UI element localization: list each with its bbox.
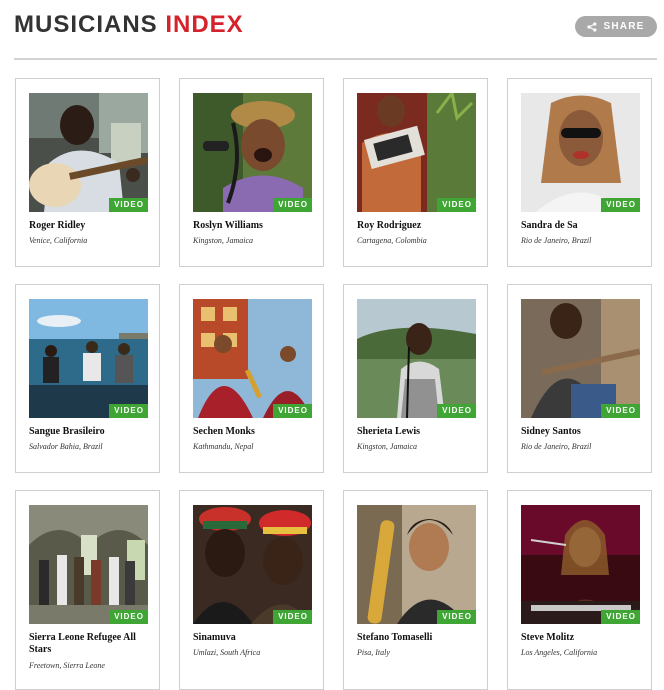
musician-name[interactable]: Steve Molitz [521, 632, 643, 644]
musician-name[interactable]: Sherieta Lewis [357, 426, 479, 438]
video-badge: VIDEO [273, 404, 312, 418]
share-button[interactable]: SHARE [575, 16, 657, 37]
musician-location: Salvador Bahia, Brazil [29, 442, 103, 451]
video-badge: VIDEO [437, 404, 476, 418]
musician-card[interactable]: VIDEO Stefano Tomaselli Pisa, Italy [343, 490, 488, 690]
musician-card[interactable]: VIDEO Steve Molitz Los Angeles, Californ… [507, 490, 652, 690]
musician-name[interactable]: Sangue Brasileiro [29, 426, 151, 438]
video-badge: VIDEO [109, 198, 148, 212]
musician-location: Umlazi, South Africa [193, 648, 261, 657]
musician-name[interactable]: Roger Ridley [29, 220, 151, 232]
video-badge: VIDEO [273, 610, 312, 624]
musician-name[interactable]: Sinamuva [193, 632, 315, 644]
video-badge: VIDEO [437, 610, 476, 624]
musician-location: Rio de Janeiro, Brazil [521, 442, 592, 451]
musician-photo[interactable]: VIDEO [357, 505, 476, 624]
musician-card[interactable]: VIDEO Roy Rodriguez Cartagena, Colombia [343, 78, 488, 267]
video-badge: VIDEO [437, 198, 476, 212]
musician-card[interactable]: VIDEO Sinamuva Umlazi, South Africa [179, 490, 324, 690]
share-icon [587, 21, 597, 32]
musician-photo[interactable]: VIDEO [29, 299, 148, 418]
video-badge: VIDEO [601, 198, 640, 212]
musician-photo[interactable]: VIDEO [357, 299, 476, 418]
musician-photo[interactable]: VIDEO [193, 299, 312, 418]
musician-name[interactable]: Sidney Santos [521, 426, 643, 438]
musician-card[interactable]: VIDEO Roslyn Williams Kingston, Jamaica [179, 78, 324, 267]
page-title-part2: INDEX [165, 11, 244, 38]
video-badge: VIDEO [109, 610, 148, 624]
musician-photo[interactable]: VIDEO [193, 505, 312, 624]
musician-location: Kingston, Jamaica [193, 236, 253, 245]
musician-name[interactable]: Sandra de Sa [521, 220, 643, 232]
musician-photo[interactable]: VIDEO [521, 93, 640, 212]
musician-location: Pisa, Italy [357, 648, 390, 657]
share-label: SHARE [603, 21, 645, 32]
musician-location: Los Angeles, California [521, 648, 598, 657]
musician-location: Rio de Janeiro, Brazil [521, 236, 592, 245]
musician-card[interactable]: VIDEO Sechen Monks Kathmandu, Nepal [179, 284, 324, 473]
musician-card[interactable]: VIDEO Sangue Brasileiro Salvador Bahia, … [15, 284, 160, 473]
musician-photo[interactable]: VIDEO [193, 93, 312, 212]
musician-name[interactable]: Sierra Leone Refugee All Stars [29, 632, 151, 656]
header-divider [14, 58, 657, 60]
musician-location: Kingston, Jamaica [357, 442, 417, 451]
musician-name[interactable]: Stefano Tomaselli [357, 632, 479, 644]
musician-card[interactable]: VIDEO Sierra Leone Refugee All Stars Fre… [15, 490, 160, 690]
video-badge: VIDEO [601, 404, 640, 418]
musician-location: Venice, California [29, 236, 88, 245]
page-title: MUSICIANS INDEX [14, 11, 244, 39]
page-header: MUSICIANS INDEX SHARE [0, 0, 664, 60]
musician-photo[interactable]: VIDEO [357, 93, 476, 212]
musician-card[interactable]: VIDEO Sandra de Sa Rio de Janeiro, Brazi… [507, 78, 652, 267]
video-badge: VIDEO [109, 404, 148, 418]
musician-photo[interactable]: VIDEO [29, 505, 148, 624]
musician-location: Kathmandu, Nepal [193, 442, 254, 451]
musician-card[interactable]: VIDEO Sherieta Lewis Kingston, Jamaica [343, 284, 488, 473]
musician-name[interactable]: Roy Rodriguez [357, 220, 479, 232]
musician-location: Cartagena, Colombia [357, 236, 427, 245]
page-title-part1: MUSICIANS [14, 11, 158, 38]
musician-card[interactable]: VIDEO Sidney Santos Rio de Janeiro, Braz… [507, 284, 652, 473]
musician-name[interactable]: Roslyn Williams [193, 220, 315, 232]
musician-location: Freetown, Sierra Leone [29, 661, 105, 670]
musician-card[interactable]: VIDEO Roger Ridley Venice, California [15, 78, 160, 267]
musician-name[interactable]: Sechen Monks [193, 426, 315, 438]
video-badge: VIDEO [601, 610, 640, 624]
video-badge: VIDEO [273, 198, 312, 212]
musician-photo[interactable]: VIDEO [521, 505, 640, 624]
musician-photo[interactable]: VIDEO [521, 299, 640, 418]
musician-photo[interactable]: VIDEO [29, 93, 148, 212]
